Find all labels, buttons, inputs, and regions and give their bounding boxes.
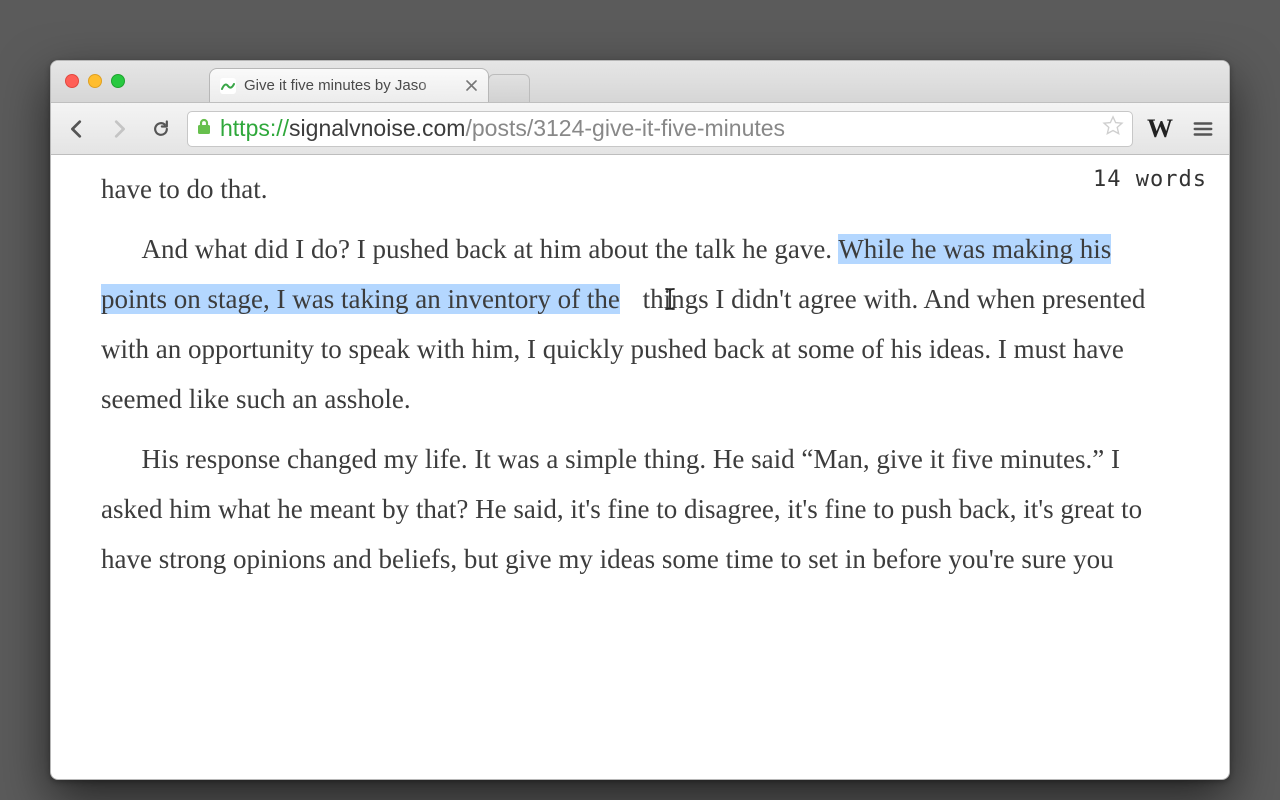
window-controls (65, 74, 125, 88)
favicon-icon (220, 78, 236, 94)
page-content: 14 words have to do that. And what did I… (51, 155, 1229, 779)
url-text: https://signalvnoise.com/posts/3124-give… (220, 115, 785, 142)
menu-button[interactable] (1187, 113, 1219, 145)
zoom-window-button[interactable] (111, 74, 125, 88)
tab-title: Give it five minutes by Jaso (244, 77, 456, 94)
lock-icon (196, 115, 212, 142)
bookmark-star-button[interactable] (1102, 115, 1124, 143)
tab-strip: Give it five minutes by Jaso (51, 61, 1229, 103)
word-count-overlay: 14 words (1093, 167, 1207, 192)
reload-button[interactable] (145, 113, 177, 145)
text-cursor-icon (624, 279, 636, 305)
new-tab-button[interactable] (488, 74, 530, 102)
url-host: signalvnoise.com (289, 115, 465, 141)
minimize-window-button[interactable] (88, 74, 102, 88)
article-text: And what did I do? I pushed back at him … (142, 234, 839, 264)
back-button[interactable] (61, 113, 93, 145)
close-window-button[interactable] (65, 74, 79, 88)
article-body[interactable]: have to do that. And what did I do? I pu… (51, 155, 1229, 585)
browser-window: Give it five minutes by Jaso https (50, 60, 1230, 780)
forward-button[interactable] (103, 113, 135, 145)
close-tab-button[interactable] (464, 79, 478, 93)
address-bar[interactable]: https://signalvnoise.com/posts/3124-give… (187, 111, 1133, 147)
word-counter-extension-button[interactable]: W (1143, 114, 1177, 144)
article-paragraph: have to do that. (101, 165, 1179, 215)
url-scheme: https:// (220, 115, 289, 141)
url-path: /posts/3124-give-it-five-minutes (465, 115, 785, 141)
article-paragraph: And what did I do? I pushed back at him … (101, 225, 1179, 425)
browser-tab[interactable]: Give it five minutes by Jaso (209, 68, 489, 102)
toolbar: https://signalvnoise.com/posts/3124-give… (51, 103, 1229, 155)
article-paragraph: His response changed my life. It was a s… (101, 435, 1179, 585)
